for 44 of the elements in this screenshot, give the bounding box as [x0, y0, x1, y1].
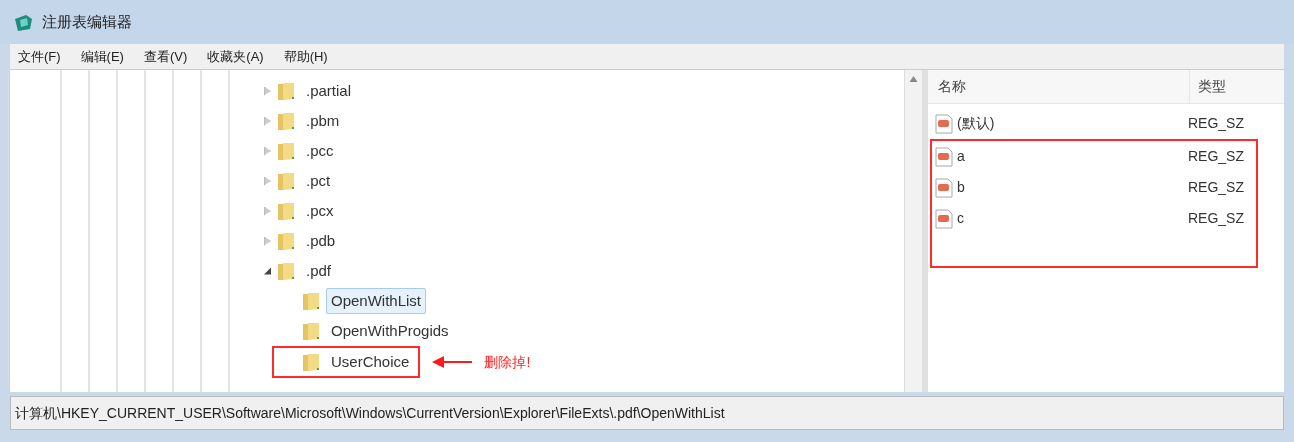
value-type: REG_SZ — [1188, 209, 1244, 228]
tree-item[interactable]: OpenWithList — [326, 288, 427, 314]
tree-item[interactable]: .pdb — [301, 228, 341, 254]
value-type: REG_SZ — [1188, 114, 1244, 133]
string-value-icon — [934, 146, 954, 167]
value-name[interactable]: a — [954, 146, 1188, 167]
column-header[interactable]: 名称 — [928, 70, 1190, 103]
column-header[interactable]: 类型 — [1190, 70, 1284, 103]
folder-icon — [302, 291, 320, 311]
menu-item[interactable]: 收藏夹(A) — [199, 46, 272, 67]
tree-item[interactable]: .partial — [301, 78, 357, 104]
value-type: REG_SZ — [1188, 147, 1244, 166]
menu-item[interactable]: 编辑(E) — [72, 46, 132, 67]
tree-item[interactable]: .pbm — [301, 108, 345, 134]
folder-icon — [277, 111, 295, 131]
folder-icon — [302, 321, 320, 341]
value-name[interactable]: (默认) — [954, 113, 1188, 134]
window-title: 注册表编辑器 — [42, 11, 132, 32]
string-value-icon — [934, 208, 954, 229]
folder-icon — [277, 171, 295, 191]
folder-icon — [277, 201, 295, 221]
menu-item[interactable]: 查看(V) — [135, 46, 196, 67]
status-bar-path: 计算机\HKEY_CURRENT_USER\Software\Microsoft\Windows\CurrentVersion\Explorer\FileExts\.pdf\OpenWithList — [15, 403, 725, 423]
folder-icon — [302, 352, 320, 372]
tree-item[interactable]: .pdf — [301, 258, 337, 284]
tree-item[interactable]: OpenWithProgids — [326, 318, 454, 344]
value-name[interactable]: c — [954, 208, 1188, 229]
value-type: REG_SZ — [1188, 178, 1244, 197]
menu-item[interactable]: 帮助(H) — [275, 46, 336, 67]
folder-icon — [277, 141, 295, 161]
folder-icon — [277, 81, 295, 101]
tree-item[interactable]: .pcc — [301, 138, 339, 164]
menu-item[interactable]: 文件(F) — [10, 46, 69, 67]
arrow-icon — [432, 356, 473, 368]
folder-icon — [277, 261, 295, 281]
value-name[interactable]: b — [954, 177, 1188, 198]
annotation-text: 删除掉! — [484, 352, 531, 372]
string-value-icon — [934, 113, 954, 134]
tree-item[interactable]: UserChoice — [326, 349, 415, 375]
tree-item[interactable]: .pct — [301, 168, 336, 194]
scroll-up-icon[interactable] — [909, 76, 918, 82]
tree-item[interactable]: .pcx — [301, 198, 339, 224]
string-value-icon — [934, 177, 954, 198]
folder-icon — [277, 231, 295, 251]
